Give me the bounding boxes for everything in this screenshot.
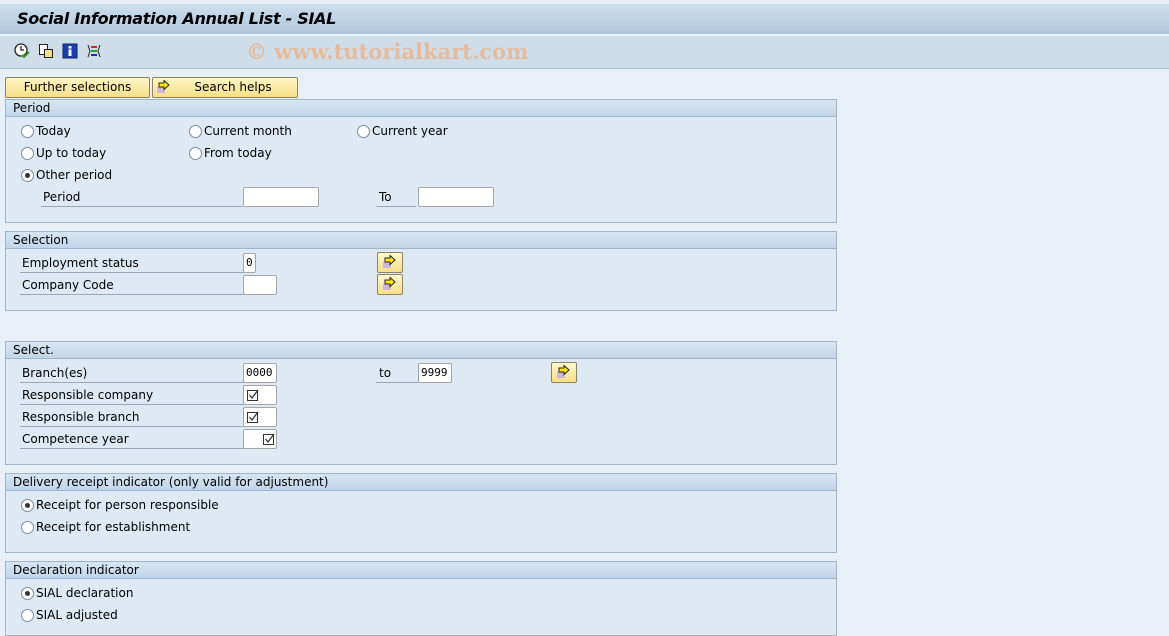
- further-selections-button[interactable]: Further selections: [5, 77, 150, 98]
- checkmark-icon: [247, 411, 259, 423]
- branches-label: Branch(es): [20, 363, 244, 383]
- selection-group: Selection Employment status 0 Company Co…: [5, 231, 837, 311]
- further-selections-label: Further selections: [23, 80, 132, 94]
- competence-year-checkbox[interactable]: [243, 429, 277, 449]
- radio-today[interactable]: Today: [21, 122, 71, 140]
- arrow-right-icon: [383, 277, 396, 290]
- radio-label: Today: [36, 124, 71, 138]
- branches-to-label: to: [376, 363, 418, 383]
- radio-button[interactable]: [21, 586, 34, 600]
- radio-button[interactable]: [21, 498, 34, 512]
- radio-button[interactable]: [21, 146, 34, 160]
- radio-current-month[interactable]: Current month: [189, 122, 292, 140]
- period-from-input[interactable]: [243, 187, 319, 207]
- radio-label: Current year: [372, 124, 448, 138]
- employment-status-input[interactable]: 0: [243, 253, 256, 273]
- employment-status-multiple-selection-button[interactable]: [377, 252, 403, 273]
- period-to-input[interactable]: [418, 187, 494, 207]
- radio-receipt-person-responsible[interactable]: Receipt for person responsible: [21, 496, 219, 514]
- period-to-label: To: [376, 187, 416, 207]
- branches-from-input[interactable]: 0000: [243, 363, 277, 383]
- period-group-header: Period: [6, 100, 836, 117]
- search-helps-label: Search helps: [194, 80, 272, 94]
- radio-label: Receipt for person responsible: [36, 498, 219, 512]
- arrow-right-icon: [557, 365, 570, 378]
- execute-clock-icon[interactable]: [13, 42, 31, 60]
- responsible-company-label: Responsible company: [20, 385, 244, 405]
- declaration-indicator-group-header: Declaration indicator: [6, 562, 836, 579]
- delivery-receipt-group-header: Delivery receipt indicator (only valid f…: [6, 474, 836, 491]
- period-label: Period: [41, 187, 243, 207]
- radio-up-to-today[interactable]: Up to today: [21, 144, 106, 162]
- radio-sial-declaration[interactable]: SIAL declaration: [21, 584, 133, 602]
- company-code-label: Company Code: [20, 275, 244, 295]
- radio-receipt-establishment[interactable]: Receipt for establishment: [21, 518, 190, 536]
- competence-year-label: Competence year: [20, 429, 244, 449]
- period-group: Period Today Current month Current year …: [5, 99, 837, 223]
- responsible-branch-label: Responsible branch: [20, 407, 244, 427]
- radio-label: Current month: [204, 124, 292, 138]
- radio-button[interactable]: [21, 168, 34, 182]
- checkmark-icon: [247, 389, 259, 401]
- radio-button[interactable]: [21, 124, 34, 138]
- selection-options-icon[interactable]: [85, 42, 103, 60]
- selection-group-header: Selection: [6, 232, 836, 249]
- select-group: Select. Branch(es) 0000 to 9999 Responsi…: [5, 341, 837, 465]
- arrow-right-icon: [157, 80, 170, 93]
- radio-current-year[interactable]: Current year: [357, 122, 448, 140]
- title-bar: Social Information Annual List - SIAL: [0, 3, 1169, 35]
- branches-to-input[interactable]: 9999: [418, 363, 452, 383]
- radio-button[interactable]: [21, 608, 34, 622]
- copy-variant-icon[interactable]: [37, 42, 55, 60]
- radio-label: Other period: [36, 168, 113, 182]
- radio-label: Up to today: [36, 146, 107, 160]
- radio-button[interactable]: [21, 520, 34, 534]
- radio-button[interactable]: [189, 124, 202, 138]
- radio-label: SIAL declaration: [36, 586, 134, 600]
- page-title: Social Information Annual List - SIAL: [17, 9, 337, 28]
- radio-sial-adjusted[interactable]: SIAL adjusted: [21, 606, 118, 624]
- employment-status-label: Employment status: [20, 253, 244, 273]
- select-group-header: Select.: [6, 342, 836, 359]
- search-helps-button[interactable]: Search helps: [152, 77, 298, 98]
- responsible-branch-checkbox[interactable]: [243, 407, 277, 427]
- radio-from-today[interactable]: From today: [189, 144, 272, 162]
- watermark: © www.tutorialkart.com: [246, 39, 529, 64]
- declaration-indicator-group: Declaration indicator SIAL declaration S…: [5, 561, 837, 636]
- radio-button[interactable]: [189, 146, 202, 160]
- radio-button[interactable]: [357, 124, 370, 138]
- radio-label: SIAL adjusted: [36, 608, 118, 622]
- responsible-company-checkbox[interactable]: [243, 385, 277, 405]
- delivery-receipt-group: Delivery receipt indicator (only valid f…: [5, 473, 837, 553]
- info-icon[interactable]: [61, 42, 79, 60]
- radio-label: Receipt for establishment: [36, 520, 191, 534]
- application-toolbar: © www.tutorialkart.com: [0, 36, 1169, 69]
- company-code-input[interactable]: [243, 275, 277, 295]
- company-code-multiple-selection-button[interactable]: [377, 274, 403, 295]
- checkmark-icon: [263, 433, 275, 445]
- radio-other-period[interactable]: Other period: [21, 166, 112, 184]
- arrow-right-icon: [383, 255, 396, 268]
- radio-label: From today: [204, 146, 272, 160]
- branches-multiple-selection-button[interactable]: [551, 362, 577, 383]
